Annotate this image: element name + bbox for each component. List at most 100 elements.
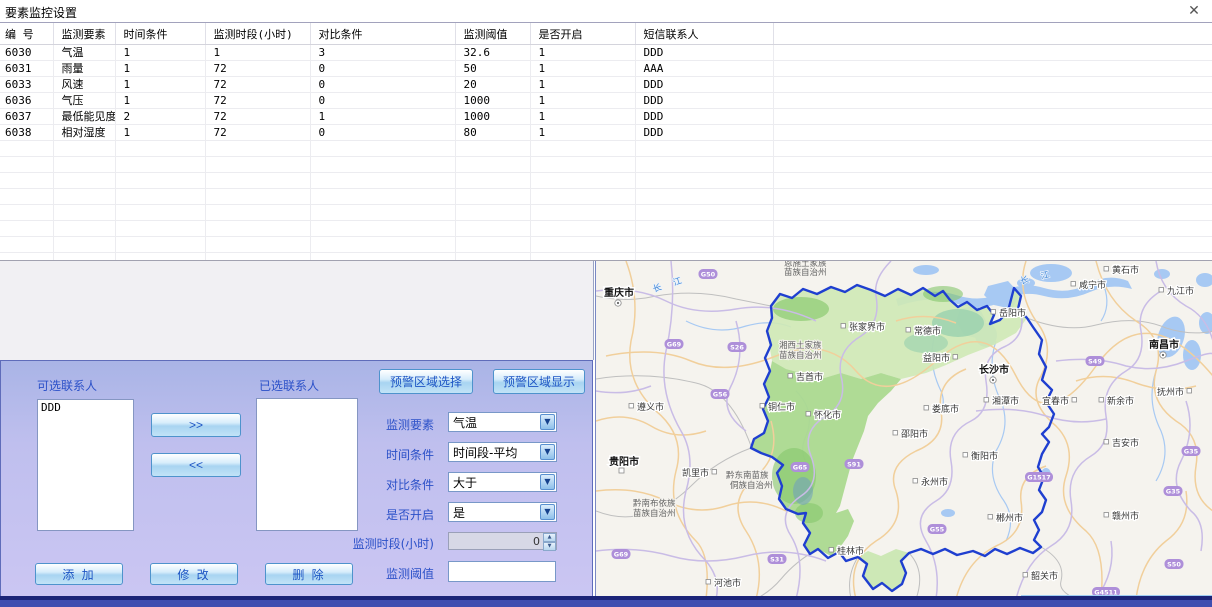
column-header[interactable]: 短信联系人 [635,23,773,45]
table-cell[interactable]: 1000 [455,109,530,125]
warning-area-display-button[interactable]: 预警区域显示 [493,369,585,394]
table-cell[interactable]: 6036 [0,93,53,109]
table-cell[interactable]: DDD [635,125,773,141]
table-cell[interactable]: 1 [115,93,205,109]
table-row[interactable]: 6036气压172010001DDD [0,93,1212,109]
table-cell[interactable]: 0 [310,93,455,109]
column-header[interactable]: 监测阈值 [455,23,530,45]
table-cell[interactable]: 2 [115,109,205,125]
table-cell[interactable]: 1 [115,61,205,77]
compare-condition-dropdown[interactable]: 大于 ▼ [448,472,557,492]
table-row[interactable]: 6033风速1720201DDD [0,77,1212,93]
table-cell[interactable]: 1 [530,109,635,125]
table-cell[interactable]: 3 [310,45,455,61]
map-canvas[interactable]: G50G69S26G56G65S91G69S31G55G1517S49G35G3… [596,261,1212,600]
column-header[interactable]: 时间条件 [115,23,205,45]
table-cell[interactable]: DDD [635,93,773,109]
table-cell[interactable] [773,77,1212,93]
table-cell[interactable]: DDD [635,109,773,125]
window-bottom-strip [0,600,1212,607]
table-cell[interactable]: 相对湿度 [53,125,115,141]
table-cell[interactable] [773,45,1212,61]
column-header[interactable] [773,23,1212,45]
column-header[interactable]: 是否开启 [530,23,635,45]
move-right-button[interactable]: >> [151,413,241,437]
spin-down-icon[interactable]: ▼ [543,542,556,551]
column-header[interactable]: 监测时段(小时) [205,23,310,45]
table-cell[interactable]: 气温 [53,45,115,61]
modify-button[interactable]: 修 改 [150,563,238,585]
table-cell[interactable]: 风速 [53,77,115,93]
warning-area-select-button[interactable]: 预警区域选择 [379,369,473,394]
table-row[interactable]: 6037最低能见度272110001DDD [0,109,1212,125]
table-cell[interactable]: 1 [530,77,635,93]
table-row[interactable]: 6038相对湿度1720801DDD [0,125,1212,141]
table-cell[interactable]: DDD [635,77,773,93]
table-cell [635,157,773,173]
table-cell[interactable]: 1 [530,125,635,141]
table-cell[interactable]: 1 [530,45,635,61]
table-cell[interactable]: 80 [455,125,530,141]
add-button[interactable]: 添 加 [35,563,123,585]
enabled-dropdown[interactable]: 是 ▼ [448,502,557,522]
table-cell[interactable]: 72 [205,109,310,125]
table-cell[interactable]: 72 [205,61,310,77]
table-cell[interactable]: 气压 [53,93,115,109]
element-dropdown[interactable]: 气温 ▼ [448,412,557,432]
chevron-down-icon[interactable]: ▼ [540,474,555,490]
table-cell[interactable]: 0 [310,125,455,141]
table-cell[interactable]: 1 [115,125,205,141]
map-panel[interactable]: G50G69S26G56G65S91G69S31G55G1517S49G35G3… [595,261,1212,600]
window-title: 要素监控设置 [5,4,77,21]
table-cell[interactable]: 最低能见度 [53,109,115,125]
table-cell [205,237,310,253]
table-cell[interactable]: 6030 [0,45,53,61]
table-cell[interactable] [773,109,1212,125]
move-left-button[interactable]: << [151,453,241,477]
available-contacts-list[interactable]: DDD [37,399,134,531]
table-cell[interactable]: 6033 [0,77,53,93]
table-cell[interactable]: 1000 [455,93,530,109]
table-cell[interactable]: 50 [455,61,530,77]
table-cell[interactable]: 0 [310,77,455,93]
column-header[interactable]: 对比条件 [310,23,455,45]
table-cell[interactable]: AAA [635,61,773,77]
table-cell[interactable]: 6037 [0,109,53,125]
table-row[interactable]: 6030气温11332.61DDD [0,45,1212,61]
table-cell[interactable]: 1 [115,77,205,93]
period-spinner[interactable]: 0 ▲ ▼ [448,532,557,550]
table-cell[interactable]: 1 [115,45,205,61]
spin-up-icon[interactable]: ▲ [543,533,556,542]
city-marker-icon [893,431,898,436]
table-cell[interactable]: 6031 [0,61,53,77]
column-header[interactable]: 监测要素 [53,23,115,45]
table-cell[interactable]: 72 [205,125,310,141]
table-cell[interactable] [773,93,1212,109]
table-cell[interactable]: 1 [530,61,635,77]
threshold-input[interactable] [448,561,556,582]
table-cell[interactable]: 1 [530,93,635,109]
table-cell[interactable]: 20 [455,77,530,93]
table-cell[interactable]: 6038 [0,125,53,141]
table-cell[interactable]: 1 [310,109,455,125]
table-cell[interactable]: 32.6 [455,45,530,61]
table-cell[interactable]: 0 [310,61,455,77]
chevron-down-icon[interactable]: ▼ [540,504,555,520]
time-condition-dropdown[interactable]: 时间段-平均 ▼ [448,442,557,462]
column-header[interactable]: 编 号 [0,23,53,45]
table-cell[interactable]: DDD [635,45,773,61]
table-cell[interactable] [773,125,1212,141]
list-item[interactable]: DDD [38,400,133,415]
chevron-down-icon[interactable]: ▼ [540,444,555,460]
chevron-down-icon[interactable]: ▼ [540,414,555,430]
table-cell [53,205,115,221]
table-cell[interactable]: 72 [205,77,310,93]
table-cell [635,221,773,237]
table-row[interactable]: 6031雨量1720501AAA [0,61,1212,77]
close-icon[interactable]: ✕ [1185,2,1203,20]
table-cell[interactable]: 72 [205,93,310,109]
region-label: 苗族自治州 [784,267,827,278]
table-cell[interactable]: 1 [205,45,310,61]
table-cell[interactable] [773,61,1212,77]
table-cell[interactable]: 雨量 [53,61,115,77]
